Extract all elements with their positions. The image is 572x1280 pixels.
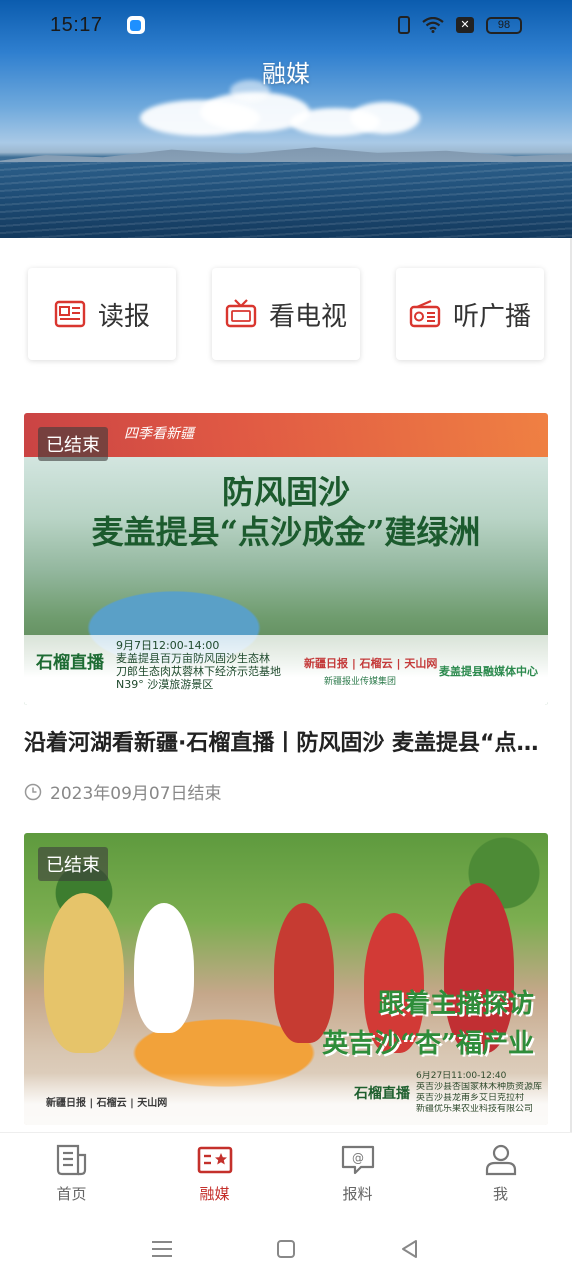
nav-label-media: 融媒 — [199, 1185, 230, 1203]
media-buttons-row: 读报 看电视 听广播 — [28, 268, 544, 360]
cover-headline-2: 麦盖提县“点沙成金”建绿洲 — [91, 513, 481, 551]
card-date: 2023年09月07日结束 — [50, 784, 222, 804]
svg-text:@: @ — [352, 1151, 364, 1165]
card-cover-image[interactable]: 跟着主播探访 英吉沙“杏”福产业 新疆日报 | 石榴云 | 天山网 石榴直播 6… — [24, 833, 548, 1125]
wifi-icon — [422, 17, 444, 33]
cover-info-line: 6月27日11:00-12:40 — [416, 1071, 507, 1081]
cover-info-line: 英吉沙县杏国家林木种质资源库 — [416, 1082, 543, 1092]
nav-item-report[interactable]: @ 报料 — [286, 1133, 429, 1218]
home-button[interactable] — [274, 1237, 298, 1261]
nav-label-me: 我 — [492, 1185, 508, 1203]
back-triangle-icon — [402, 1240, 417, 1258]
card-meta: 2023年09月07日结束 — [24, 779, 548, 804]
cloud — [350, 102, 420, 134]
person-figure — [274, 903, 334, 1043]
cover-info: 6月27日11:00-12:40 英吉沙县杏国家林木种质资源库 英吉沙县龙甫乡艾… — [416, 1071, 544, 1115]
clock-icon — [24, 783, 42, 800]
cover-group: 新疆报业传媒集团 — [324, 677, 397, 687]
cover-brand: 石榴直播 — [354, 1086, 410, 1102]
media-star-icon — [197, 1146, 232, 1174]
cover-info-line: 麦盖提县百万亩防风固沙生态林 — [116, 652, 270, 665]
bottom-nav: 首页 融媒 @ 报料 我 — [0, 1132, 572, 1218]
read-newspaper-button[interactable]: 读报 — [28, 268, 176, 360]
home-news-icon — [56, 1144, 86, 1176]
profile-icon — [485, 1144, 516, 1176]
page-title: 融媒 — [262, 60, 310, 88]
card-title[interactable]: 沿着河湖看新疆·石榴直播丨防风固沙 麦盖提县“点沙成金”建绿洲 — [24, 725, 548, 757]
cover-info-line: 9月7日12:00-14:00 — [116, 639, 220, 652]
live-card[interactable]: 四季看新疆 防风固沙 麦盖提县“点沙成金”建绿洲 石榴直播 9月7日12:00-… — [24, 413, 548, 804]
nav-item-me[interactable]: 我 — [429, 1133, 572, 1218]
card-cover-image[interactable]: 四季看新疆 防风固沙 麦盖提县“点沙成金”建绿洲 石榴直播 9月7日12:00-… — [24, 413, 548, 705]
cover-brand: 石榴直播 — [36, 653, 104, 673]
cover-info: 9月7日12:00-14:00 麦盖提县百万亩防风固沙生态林 刀郎生态肉苁蓉林下… — [116, 639, 296, 691]
newspaper-icon — [54, 300, 86, 328]
listen-radio-button[interactable]: 听广播 — [396, 268, 544, 360]
radio-icon — [409, 299, 441, 328]
nav-label-report: 报料 — [342, 1185, 373, 1203]
battery-indicator: 98 — [486, 16, 522, 34]
status-badge: 已结束 — [38, 427, 108, 461]
sea — [0, 162, 572, 238]
vibrate-icon — [398, 16, 410, 34]
back-button[interactable] — [398, 1237, 422, 1261]
listen-radio-label: 听广播 — [452, 301, 531, 332]
watch-tv-label: 看电视 — [268, 301, 347, 332]
live-card[interactable]: 跟着主播探访 英吉沙“杏”福产业 新疆日报 | 石榴云 | 天山网 石榴直播 6… — [24, 833, 548, 1125]
sim-icon: ✕ — [456, 17, 474, 33]
nav-item-home[interactable]: 首页 — [0, 1133, 143, 1218]
app-notification-icon — [126, 16, 145, 34]
watch-tv-button[interactable]: 看电视 — [212, 268, 360, 360]
system-nav-bar — [0, 1218, 572, 1280]
cover-partners: 新疆日报 | 石榴云 | 天山网 — [46, 1098, 168, 1109]
menu-icon — [152, 1241, 172, 1257]
cover-partners: 新疆日报 | 石榴云 | 天山网 — [304, 657, 438, 670]
status-bar: 15:17 ✕ 98 — [0, 0, 572, 50]
cover-info-line: 新疆优乐果农业科技有限公司 — [416, 1104, 534, 1114]
status-badge: 已结束 — [38, 847, 108, 881]
status-icons: ✕ 98 — [398, 16, 522, 34]
cover-info-line: N39° 沙漠旅游景区 — [116, 678, 214, 691]
cover-county: 麦盖提县融媒体中心 — [439, 665, 538, 678]
read-newspaper-label: 读报 — [97, 301, 150, 332]
nav-label-home: 首页 — [56, 1185, 87, 1203]
tv-icon — [225, 299, 257, 328]
cover-headline-2: 英吉沙“杏”福产业 — [322, 1029, 534, 1059]
cover-headline-1: 跟着主播探访 — [377, 989, 534, 1019]
cover-info-line: 英吉沙县龙甫乡艾日克拉村 — [416, 1093, 525, 1103]
square-home-icon — [277, 1240, 295, 1258]
menu-button[interactable] — [150, 1237, 174, 1261]
report-chat-icon: @ — [341, 1145, 374, 1175]
nav-item-media[interactable]: 融媒 — [143, 1133, 286, 1218]
cover-info-line: 刀郎生态肉苁蓉林下经济示范基地 — [116, 665, 281, 678]
cover-top-tag: 四季看新疆 — [124, 426, 194, 442]
status-time: 15:17 — [50, 13, 103, 36]
